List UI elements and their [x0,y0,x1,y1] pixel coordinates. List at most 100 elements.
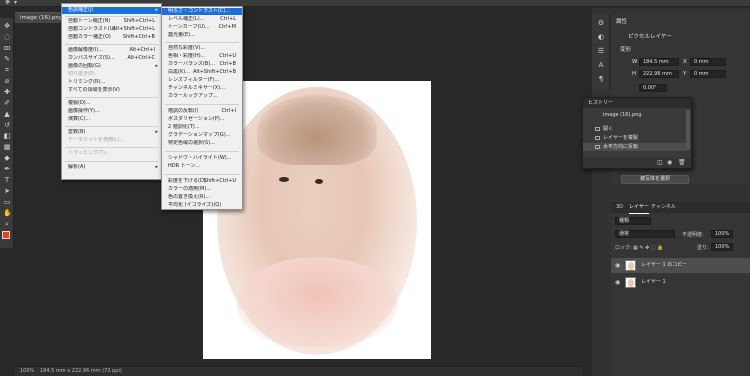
lasso-tool-icon[interactable]: ꝏ [3,44,11,52]
visibility-eye-icon[interactable]: ◉ [615,279,620,286]
menu-item-replace-color[interactable]: 色の置き換え(R)... [162,194,242,201]
adjustments-panel-icon[interactable]: ◐ [597,33,605,41]
document-tab[interactable]: image (16).png [15,12,63,23]
menu-item-selective-color[interactable]: 特定色域の選択(S)... [162,140,242,147]
layer-name[interactable]: レイヤー 1 [641,275,666,290]
x-label: X [683,59,687,65]
healing-brush-tool-icon[interactable]: ✚ [3,88,11,96]
menu-item-canvas-size[interactable]: カンバスサイズ(S)... Alt+Ctrl+C [62,55,161,62]
visibility-eye-icon[interactable]: ◉ [615,262,620,269]
tab-3d[interactable]: 3D [616,202,623,213]
menu-item-channel-mixer[interactable]: チャンネルミキサー(X)... [162,85,242,92]
menu-item-match-color[interactable]: カラーの適用(M)... [162,186,242,193]
camera-icon[interactable]: ◉ [667,159,672,166]
y-label: Y [683,71,687,77]
path-select-tool-icon[interactable]: ➤ [3,187,11,195]
menu-item-hue-saturation[interactable]: 色相・彩度(H)... Ctrl+U [162,53,242,60]
history-item-open[interactable]: 開く [583,125,687,133]
menu-item-threshold[interactable]: 2 階調化(T)... [162,124,242,131]
history-item-flip[interactable]: 水平方向に反転 [583,143,687,151]
menu-item-photo-filter[interactable]: レンズフィルター(F)... [162,77,242,84]
panel-icon-strip: ⚙ ◐ ☰ A ¶ [592,14,610,90]
angle-field[interactable]: 0.00° [639,84,667,92]
menu-item-auto-contrast[interactable]: 自動コントラスト(U) Alt+Shift+Ctrl+L [62,26,161,33]
menu-item-analysis[interactable]: 解析(A) ▸ [62,164,161,171]
y-field[interactable]: 0 mm [690,70,726,78]
tab-layers[interactable]: レイヤー [629,202,649,214]
x-field[interactable]: 0 mm [690,58,726,66]
menu-item-gradient-map[interactable]: グラデーションマップ(G)... [162,132,242,139]
move-tool-icon[interactable]: ✥ [3,22,11,30]
menu-item-color-lookup[interactable]: カラールックアップ... [162,93,242,100]
stamp-tool-icon[interactable]: ▲ [3,110,11,118]
layer-filter-kind[interactable]: 種類 [615,217,651,225]
move-tool-icon[interactable]: ✥ [5,0,11,6]
history-scrollbar[interactable] [686,110,690,150]
history-panel: ヒストリー image (16).png 開く レイヤーを複製 水平方向に反転 … [582,97,692,169]
menu-item-invert[interactable]: 階調の反転(I) Ctrl+I [162,108,242,115]
menu-item-hdr-toning[interactable]: HDR トーン... [162,163,242,170]
foreground-color-swatch[interactable] [2,231,10,239]
menu-item-reveal-all[interactable]: すべての領域を表示(V) [62,87,161,94]
menu-item-calculations[interactable]: 演算(C)... [62,116,161,123]
select-subject-button[interactable]: 被写体を選択 [621,175,689,184]
brush-tool-icon[interactable]: ✐ [3,99,11,107]
menu-item-apply-image[interactable]: 画像操作(Y)... [62,108,161,115]
eraser-tool-icon[interactable]: ◧ [3,132,11,140]
character-panel-icon[interactable]: A [597,61,605,69]
menu-item-brightness-contrast[interactable]: 明るさ・コントラスト(C)... [162,8,242,15]
type-tool-icon[interactable]: T [3,176,11,184]
crop-tool-icon[interactable]: ⌗ [3,66,11,74]
layer-row[interactable]: ◉ レイヤー 1 のコピー [611,258,750,273]
hand-tool-icon[interactable]: ✋ [3,209,12,217]
zoom-level[interactable]: 100% [20,367,34,376]
trash-icon[interactable]: 🗑 [678,159,686,166]
history-snapshot[interactable]: image (16).png [583,111,687,119]
eyedropper-tool-icon[interactable]: ⌀ [3,77,11,85]
menu-item-desaturate[interactable]: 彩度を下げる(D) Shift+Ctrl+U [162,178,242,185]
properties-panel-icon[interactable]: ⚙ [597,19,605,27]
menu-item-vibrance[interactable]: 自然な彩度(V)... [162,45,242,52]
history-item-duplicate[interactable]: レイヤーを複製 [583,134,687,142]
new-snapshot-icon[interactable]: ◫ [657,159,663,166]
menu-item-color-balance[interactable]: カラーバランス(B)... Ctrl+B [162,61,242,68]
fill-field[interactable]: 100% [711,243,733,251]
opacity-field[interactable]: 100% [711,230,733,238]
blend-mode-select[interactable]: 通常 [615,230,675,238]
menu-item-black-white[interactable]: 白黒(K)... Alt+Shift+Ctrl+B [162,69,242,76]
libraries-panel-icon[interactable]: ☰ [597,47,605,55]
layer-row[interactable]: ◉ レイヤー 1 [611,275,750,290]
paragraph-panel-icon[interactable]: ¶ [597,75,605,83]
menu-item-image-size[interactable]: 画像解像度(I)... Alt+Ctrl+I [62,47,161,54]
menu-item-image-rotation[interactable]: 画像の回転(G) ▸ [62,63,161,70]
menu-item-curves[interactable]: トーンカーブ(U)... Ctrl+M [162,24,242,31]
shape-tool-icon[interactable]: ▭ [3,198,11,206]
gradient-tool-icon[interactable]: ▦ [3,143,11,151]
width-field[interactable]: 184.5 mm [639,58,679,66]
lock-icons[interactable]: ▦ ✎ ✥ ⬚ 🔒 [633,244,663,252]
menu-item-duplicate[interactable]: 複製(D)... [62,100,161,107]
tab-channels[interactable]: チャンネル [651,202,676,213]
layer-name[interactable]: レイヤー 1 のコピー [641,258,687,273]
baby-eye-right [315,179,323,184]
menu-item-variables[interactable]: 変数(B) ▸ [62,129,161,136]
menu-item-auto-color[interactable]: 自動カラー補正(O) Shift+Ctrl+B [62,34,161,41]
pen-tool-icon[interactable]: ✒ [3,165,11,173]
menu-item-levels[interactable]: レベル補正(L)... Ctrl+L [162,16,242,23]
menu-item-shadows-highlights[interactable]: シャドウ・ハイライト(W)... [162,155,242,162]
height-field[interactable]: 222.96 mm [639,70,679,78]
menu-item-trim[interactable]: トリミング(R)... [62,79,161,86]
h-label: H [632,71,637,77]
menu-item-adjustments[interactable]: 色調補正(J) ▸ [62,7,161,14]
menu-item-equalize[interactable]: 平均化 (イコライズ)(Q) [162,202,242,209]
lock-label: ロック: [615,245,632,251]
blur-tool-icon[interactable]: ◆ [3,154,11,162]
menu-item-exposure[interactable]: 露光量(E)... [162,32,242,39]
zoom-tool-icon[interactable]: ⌕ [3,220,11,228]
marquee-tool-icon[interactable]: ◌ [3,33,11,41]
history-brush-tool-icon[interactable]: ↺ [3,121,11,129]
quick-select-tool-icon[interactable]: ✎ [3,55,11,63]
options-dropdown-icon[interactable]: ▾ [14,0,20,6]
menu-item-posterize[interactable]: ポスタリゼーション(P)... [162,116,242,123]
menu-item-auto-tone[interactable]: 自動トーン補正(N) Shift+Ctrl+L [62,18,161,25]
